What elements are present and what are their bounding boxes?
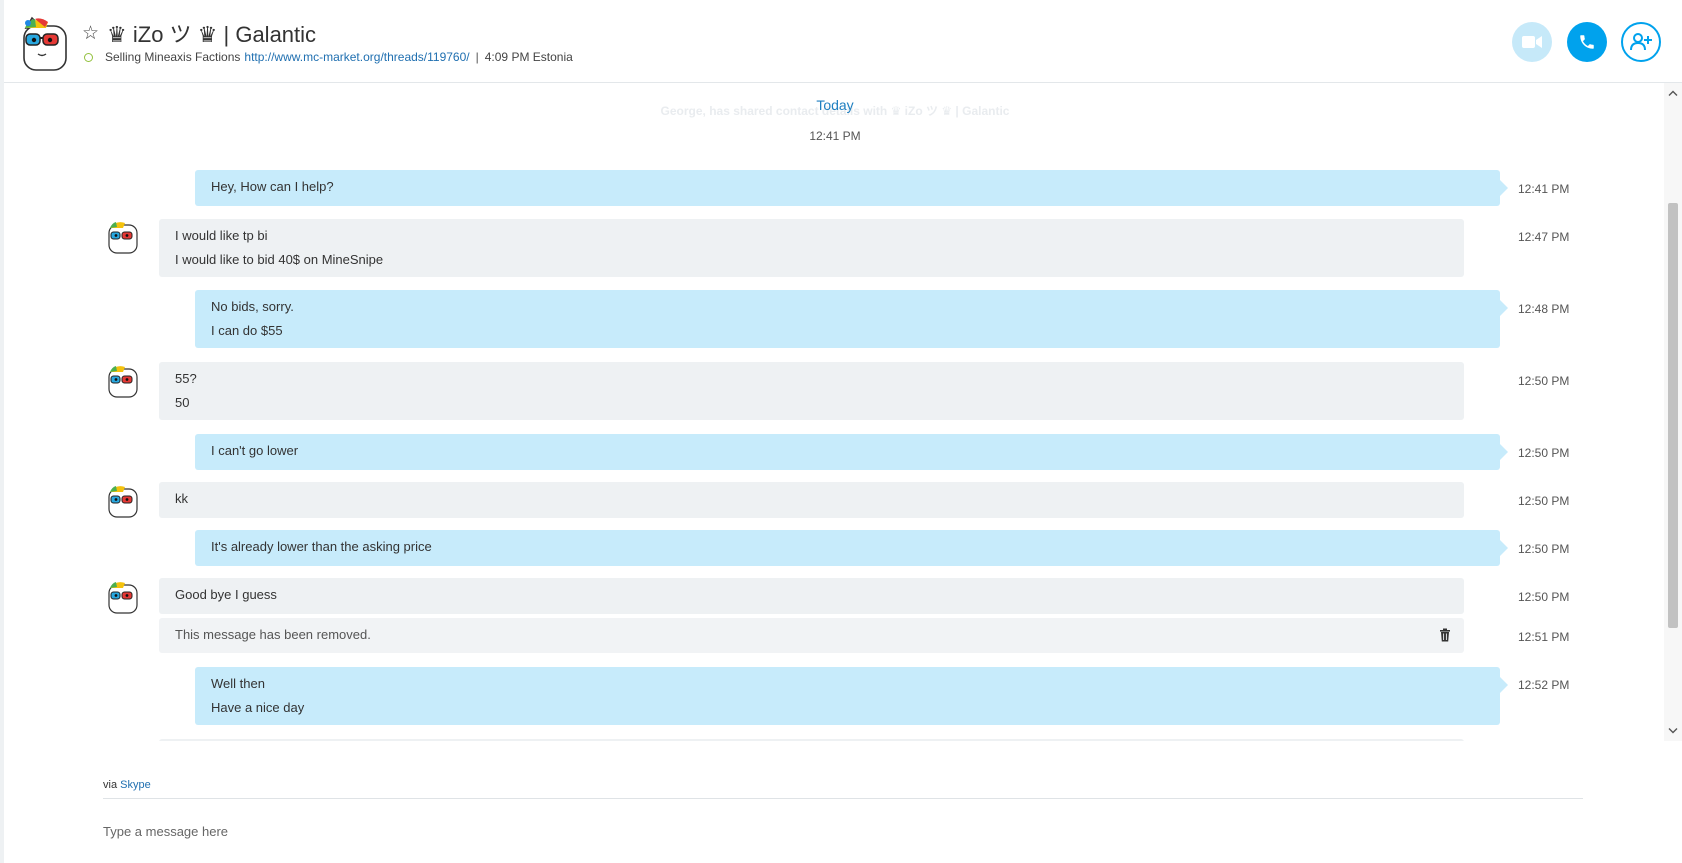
incoming-message-partial[interactable] — [159, 739, 1464, 741]
incoming-message[interactable]: I would like tp bi I would like to bid 4… — [159, 219, 1464, 277]
outgoing-message[interactable]: It's already lower than the asking price — [195, 530, 1508, 566]
contact-avatar-small[interactable] — [106, 363, 140, 399]
message-line: I would like to bid 40$ on MineSnipe — [175, 252, 384, 267]
message-time: 12:48 PM — [1518, 302, 1570, 316]
message-line: Have a nice day — [211, 700, 305, 715]
outgoing-message[interactable]: No bids, sorry. I can do $55 — [195, 290, 1508, 348]
message-time: 12:50 PM — [1518, 374, 1570, 388]
scroll-up-icon[interactable] — [1664, 85, 1682, 101]
message-time: 12:51 PM — [1518, 630, 1570, 644]
outgoing-message[interactable]: Hey, How can I help? — [195, 170, 1508, 206]
contact-avatar-small[interactable] — [106, 483, 140, 519]
message-line: kk — [175, 491, 188, 506]
via-prefix: via — [103, 779, 118, 791]
message-line: It's already lower than the asking price — [211, 539, 432, 554]
via-skype-link[interactable]: Skype — [120, 779, 151, 791]
phone-icon — [1580, 35, 1594, 49]
message-time: 12:50 PM — [1518, 590, 1570, 604]
conversation-scrollbar[interactable] — [1664, 83, 1682, 741]
incoming-message[interactable]: Good bye I guess — [159, 578, 1464, 614]
scroll-thumb[interactable] — [1668, 203, 1678, 628]
removed-message[interactable]: This message has been removed. — [159, 618, 1464, 653]
contact-local-time: 4:09 PM Estonia — [484, 50, 573, 64]
status-row: Selling Mineaxis Factions http://www.mc-… — [84, 49, 573, 65]
add-person-icon — [1630, 33, 1652, 51]
day-divider-time: 12:41 PM — [809, 129, 861, 143]
contact-avatar-small[interactable] — [106, 219, 140, 255]
outgoing-message[interactable]: I can't go lower — [195, 434, 1508, 470]
message-line: I can't go lower — [211, 443, 299, 458]
message-time: 12:52 PM — [1518, 678, 1570, 692]
mood-link[interactable]: http://www.mc-market.org/threads/119760/ — [244, 50, 469, 64]
status-separator: | — [475, 50, 479, 64]
incoming-message[interactable]: 55? 50 — [159, 362, 1464, 420]
message-line: 50 — [175, 395, 190, 410]
message-line: Hey, How can I help? — [211, 179, 334, 194]
message-time: 12:50 PM — [1518, 446, 1570, 460]
message-line: 55? — [175, 371, 197, 386]
message-line: This message has been removed. — [175, 627, 371, 642]
scroll-down-icon[interactable] — [1664, 723, 1682, 739]
contact-avatar-small[interactable] — [106, 579, 140, 615]
add-people-button[interactable] — [1621, 22, 1661, 62]
audio-call-button[interactable] — [1567, 22, 1607, 62]
title-row: ☆ ♛ iZo ツ ♛ | Galantic — [82, 18, 316, 48]
conversation-history[interactable]: George, has shared contact details with … — [0, 83, 1664, 741]
presence-online-ring-icon — [84, 52, 93, 62]
incoming-message[interactable]: kk — [159, 482, 1464, 518]
video-call-button[interactable] — [1512, 22, 1552, 62]
message-time: 12:50 PM — [1518, 542, 1570, 556]
star-outline-icon[interactable]: ☆ — [82, 24, 99, 43]
message-time: 12:47 PM — [1518, 230, 1570, 244]
via-label: via Skype — [103, 779, 151, 791]
contact-name: ♛ iZo ツ ♛ | Galantic — [107, 22, 317, 47]
message-input[interactable] — [103, 818, 1583, 844]
window-left-edge — [0, 0, 4, 863]
outgoing-message[interactable]: Well then Have a nice day — [195, 667, 1508, 725]
message-line: I can do $55 — [211, 323, 283, 338]
message-time: 12:50 PM — [1518, 494, 1570, 508]
message-line: No bids, sorry. — [211, 299, 294, 314]
video-call-icon — [1522, 36, 1542, 48]
trash-icon[interactable] — [1438, 628, 1452, 642]
composer-divider — [103, 798, 1583, 799]
message-line: I would like tp bi — [175, 228, 268, 243]
message-time: 12:41 PM — [1518, 182, 1570, 196]
message-line: Good bye I guess — [175, 587, 277, 602]
conversation-header: ☆ ♛ iZo ツ ♛ | Galantic Selling Mineaxis … — [0, 0, 1682, 83]
contact-avatar[interactable] — [18, 14, 72, 72]
message-line: Well then — [211, 676, 265, 691]
day-divider: Today — [816, 97, 854, 113]
mood-text: Selling Mineaxis Factions — [105, 50, 241, 64]
contact-avatar-small-partial — [109, 737, 123, 741]
